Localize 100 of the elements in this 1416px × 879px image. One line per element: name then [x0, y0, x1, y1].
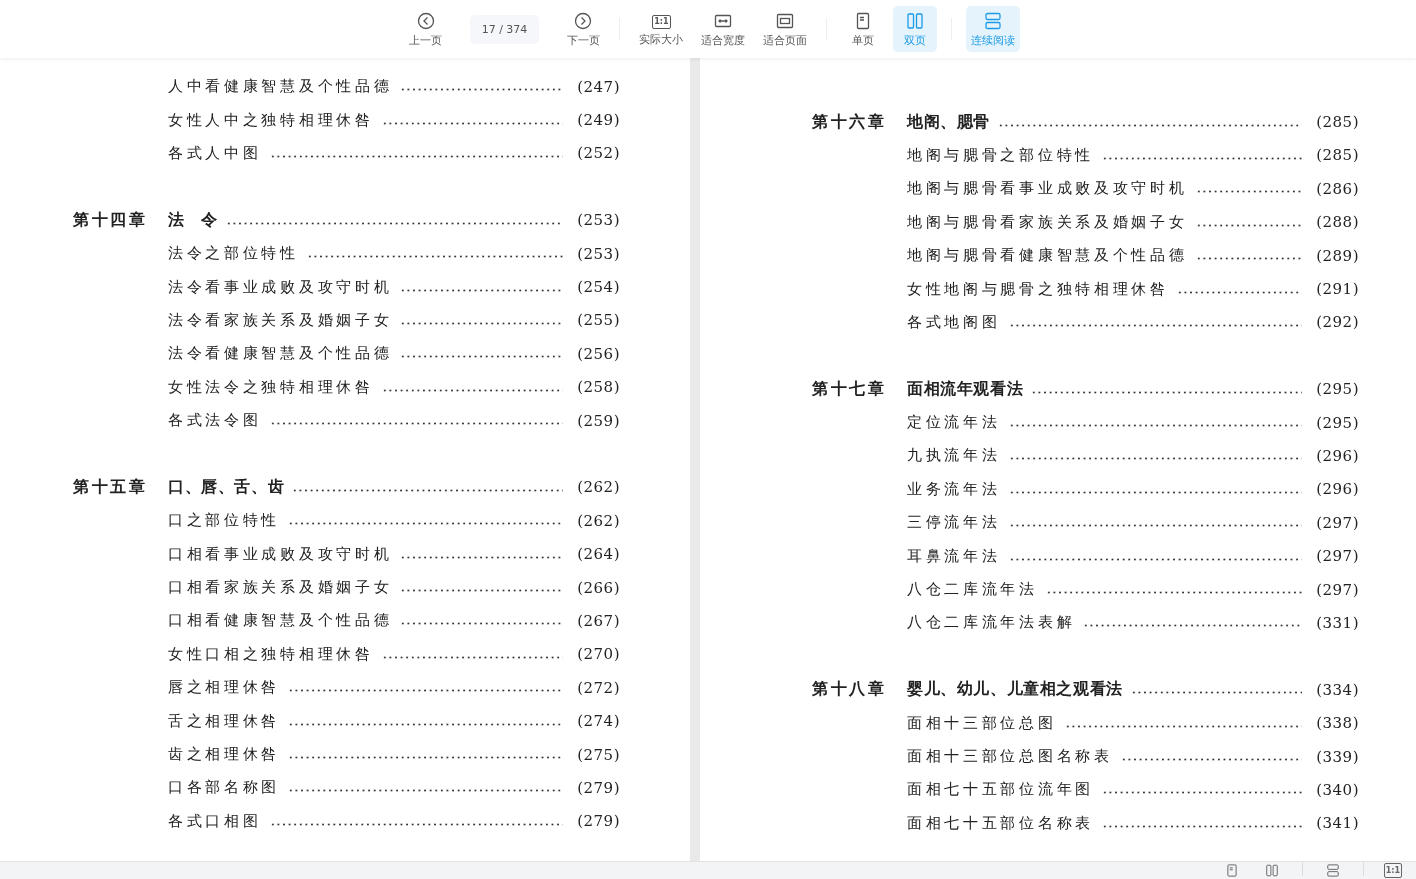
prev-button[interactable]: 上一页	[403, 6, 448, 52]
section-title: 地阁与腮骨看事业成败及攻守时机	[907, 179, 1188, 199]
section-title: 各式地阁图	[907, 312, 1001, 332]
page-number: (286)	[1316, 179, 1359, 198]
chapter-title: 口、唇、舌、齿	[168, 476, 285, 498]
page-number: (339)	[1316, 747, 1359, 766]
actual-size-button[interactable]: 1:1 实际大小	[634, 7, 689, 51]
page-number: (340)	[1316, 780, 1359, 799]
chapter-number: 第十七章	[812, 378, 887, 400]
section-title: 地阁与腮骨看家族关系及婚姻子女	[907, 212, 1188, 232]
section-title: 口相看健康智慧及个性品德	[168, 611, 393, 631]
page-number: (264)	[577, 545, 620, 564]
page-number: (331)	[1316, 613, 1359, 632]
double-page-icon	[905, 11, 926, 31]
page-number: (253)	[577, 244, 620, 263]
page-number: (247)	[577, 77, 620, 96]
single-button[interactable]: 单页	[841, 6, 886, 52]
page-number: (256)	[577, 344, 620, 363]
section-title: 女性口相之独特相理休咎	[168, 644, 374, 664]
section-title: 法令看健康智慧及个性品德	[168, 344, 393, 364]
fit-page-button[interactable]: 适合页面	[758, 6, 813, 52]
chapter-number: 第十五章	[73, 476, 148, 498]
page-number: (341)	[1316, 814, 1359, 833]
fit-page-icon	[775, 11, 796, 31]
next-icon	[573, 11, 594, 31]
section-title: 八仓二库流年法	[907, 580, 1038, 600]
page-number: (334)	[1316, 680, 1359, 699]
section-title: 各式口相图	[168, 811, 262, 831]
section-title: 面相十三部位总图名称表	[907, 747, 1113, 766]
section-title: 面相七十五部位流年图	[907, 780, 1094, 800]
page-number: (267)	[577, 611, 620, 630]
section-title: 各式法令图	[168, 411, 262, 431]
section-title: 定位流年法	[907, 413, 1001, 433]
section-title: 女性地阁与腮骨之独特相理休咎	[907, 279, 1169, 299]
page-number: (252)	[577, 144, 620, 163]
section-title: 面相七十五部位名称表	[907, 813, 1094, 833]
section-title: 地阁与腮骨之部位特性	[907, 145, 1094, 165]
fit-width-button[interactable]: 适合宽度	[696, 6, 751, 52]
page-number: (285)	[1316, 113, 1359, 132]
section-title: 舌之相理休咎	[168, 711, 281, 731]
page-number: (272)	[577, 678, 620, 697]
page-number: (266)	[577, 578, 620, 597]
section-title: 业务流年法	[907, 479, 1001, 499]
page-number: (296)	[1316, 480, 1359, 499]
next-button[interactable]: 下一页	[561, 6, 606, 52]
page-number-field[interactable]: 17 / 374	[469, 14, 540, 44]
page-number: (270)	[577, 645, 620, 664]
page-number: (296)	[1316, 447, 1359, 465]
section-title: 女性法令之独特相理休咎	[168, 377, 374, 397]
page-number: (297)	[1316, 580, 1359, 599]
page-number: (258)	[577, 378, 620, 397]
section-title: 口相看家族关系及婚姻子女	[168, 578, 393, 598]
page-number: (292)	[1316, 313, 1359, 332]
page-number: (274)	[577, 712, 620, 731]
page-number: (285)	[1316, 146, 1359, 165]
section-title: 唇之相理休咎	[168, 678, 281, 698]
section-title: 法令看事业成败及攻守时机	[168, 277, 393, 297]
section-title: 齿之相理休咎	[168, 745, 281, 764]
page-number: (255)	[577, 311, 620, 330]
continuous-page-icon	[983, 11, 1004, 31]
page-number: (254)	[577, 278, 620, 297]
page-number: (289)	[1316, 246, 1359, 265]
section-title: 耳鼻流年法	[907, 546, 1001, 566]
page-number: (262)	[577, 478, 620, 497]
page-number: (288)	[1316, 213, 1359, 232]
chapter-number: 第十六章	[812, 111, 887, 133]
page-number: (249)	[577, 111, 620, 130]
section-title: 面相十三部位总图	[907, 713, 1057, 733]
section-title: 法令之部位特性	[168, 244, 299, 264]
section-title: 地阁与腮骨看健康智慧及个性品德	[907, 246, 1188, 266]
section-title: 口各部名称图	[168, 778, 281, 798]
section-title: 口之部位特性	[168, 511, 281, 531]
section-title: 口相看事业成败及攻守时机	[168, 544, 393, 564]
chapter-number: 第十四章	[73, 209, 148, 231]
section-title: 九执流年法	[907, 446, 1001, 466]
page-number: (338)	[1316, 714, 1359, 733]
actual-size-icon: 1:1	[652, 15, 671, 29]
chapter-number: 第十八章	[812, 679, 887, 701]
page-number: (279)	[577, 778, 620, 797]
section-title: 法令看家族关系及婚姻子女	[168, 310, 393, 330]
page-number: (291)	[1316, 280, 1359, 299]
section-title: 人中看健康智慧及个性品德	[168, 77, 393, 97]
chapter-title: 地阁、腮骨	[907, 111, 990, 133]
section-title: 八仓二库流年法表解	[907, 613, 1076, 633]
page-number: (275)	[577, 745, 620, 764]
section-title: 女性人中之独特相理休咎	[168, 110, 374, 130]
page-number: (259)	[577, 411, 620, 430]
actual-size-icon[interactable]: 1:1	[1383, 863, 1402, 878]
page-number: (295)	[1316, 413, 1359, 432]
page-number: (295)	[1316, 380, 1359, 399]
chapter-title: 婴儿、幼儿、儿童相之观看法	[907, 679, 1123, 701]
page-number: (297)	[1316, 513, 1359, 532]
section-title: 各式人中图	[168, 143, 262, 163]
page-number: (262)	[577, 511, 620, 530]
previous-icon	[415, 11, 436, 31]
chapter-title: 面相流年观看法	[907, 378, 1024, 400]
page-number: (253)	[577, 211, 620, 230]
section-title: 三停流年法	[907, 513, 1001, 533]
chapter-title: 法 令	[168, 209, 218, 231]
page-number: (297)	[1316, 547, 1359, 566]
